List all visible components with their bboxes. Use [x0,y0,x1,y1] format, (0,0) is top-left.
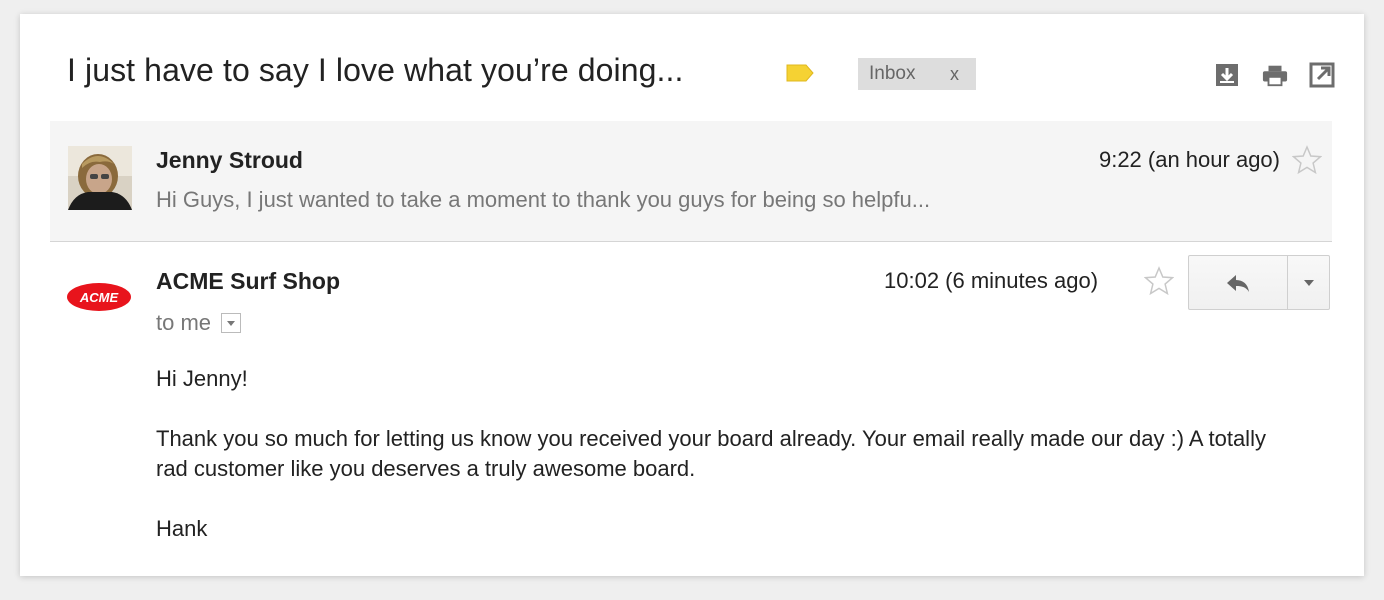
reply-arrow-icon [1227,274,1249,292]
collapsed-message[interactable]: Jenny Stroud Hi Guys, I just wanted to t… [50,121,1332,241]
body-paragraph: Thank you so much for letting us know yo… [156,426,1266,481]
thread-subject: I just have to say I love what you’re do… [67,52,684,88]
avatar [68,146,132,210]
message-divider [50,241,1332,242]
more-options-button[interactable] [1288,256,1329,309]
show-details-button[interactable] [221,313,242,333]
label-tag-icon[interactable] [786,64,814,82]
body-signature: Hank [156,516,208,541]
avatar-photo [68,146,132,210]
sender-name: ACME Surf Shop [156,268,340,294]
star-icon[interactable] [1292,145,1322,175]
inbox-label-chip: Inbox x [858,58,976,90]
star-icon[interactable] [1144,266,1174,296]
inbox-label-text[interactable]: Inbox [869,63,915,85]
recipient-line: to me [156,310,242,336]
new-window-icon[interactable] [1309,62,1335,88]
message-time: 10:02 (6 minutes ago) [884,268,1099,293]
recipient-text: to me [156,310,212,335]
message-time: 9:22 (an hour ago) [1098,147,1280,172]
body-greeting: Hi Jenny! [156,366,248,391]
message-body: Hi Jenny! Thank you so much for letting … [156,364,1276,574]
acme-logo-text: ACME [79,290,119,305]
print-icon[interactable] [1262,62,1288,88]
acme-logo: ACME [67,283,131,311]
download-icon[interactable] [1214,62,1240,88]
chevron-down-icon [1303,279,1314,286]
reply-button[interactable] [1189,256,1288,309]
remove-label-button[interactable]: x [950,64,959,85]
reply-button-group [1188,255,1330,310]
email-thread-card: I just have to say I love what you’re do… [20,14,1364,576]
message-snippet: Hi Guys, I just wanted to take a moment … [156,187,931,212]
sender-name: Jenny Stroud [156,147,303,173]
